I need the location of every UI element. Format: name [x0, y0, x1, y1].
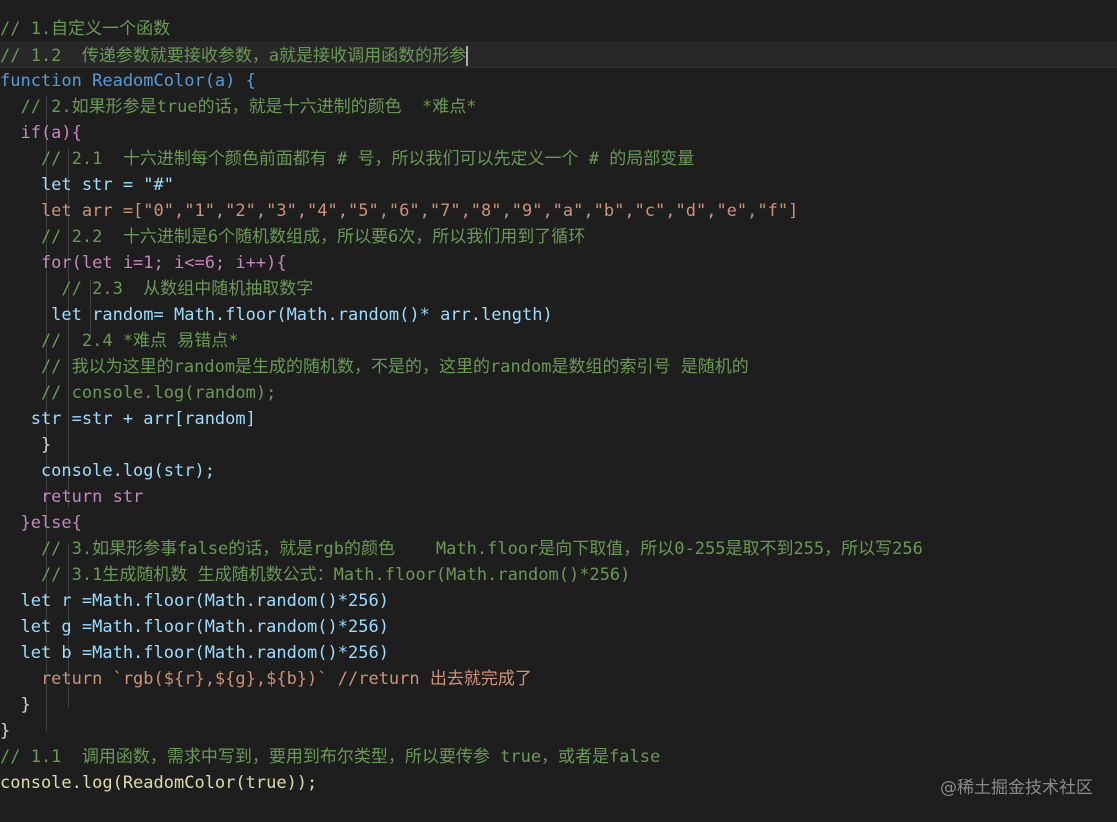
- code-text: // 2.4 *难点 易错点*: [0, 331, 239, 351]
- code-line-2[interactable]: // 1.2 传递参数就要接收参数，a就是接收调用函数的形参: [0, 42, 1117, 68]
- code-text: for(let i=1; i<=6; i++){: [0, 253, 287, 273]
- code-text: // console.log(random);: [0, 383, 277, 403]
- code-line-1[interactable]: // 1.自定义一个函数: [0, 16, 1117, 42]
- code-text: let b =Math.floor(Math.random()*256): [0, 643, 389, 663]
- code-text: // 2.3 从数组中随机抽取数字: [0, 279, 314, 299]
- code-line-26[interactable]: return `rgb(${r},${g},${b})` //return 出去…: [0, 666, 1117, 692]
- code-text: }: [0, 435, 52, 455]
- code-text: // 1.自定义一个函数: [0, 19, 171, 39]
- code-line-14[interactable]: // 我以为这里的random是生成的随机数，不是的，这里的random是数组的…: [0, 354, 1117, 380]
- text-cursor: [466, 46, 469, 66]
- code-line-25[interactable]: let b =Math.floor(Math.random()*256): [0, 640, 1117, 666]
- code-text: // 3.1生成随机数 生成随机数公式：Math.floor(Math.rand…: [0, 565, 631, 585]
- code-text: function ReadomColor(a) {: [0, 71, 256, 91]
- code-line-11[interactable]: // 2.3 从数组中随机抽取数字: [0, 276, 1117, 302]
- code-text: // 2.1 十六进制每个颜色前面都有 # 号，所以我们可以先定义一个 # 的局…: [0, 149, 695, 169]
- code-line-21[interactable]: // 3.如果形参事false的话，就是rgb的颜色 Math.floor是向下…: [0, 536, 1117, 562]
- code-line-5[interactable]: if(a){: [0, 120, 1117, 146]
- code-text: if(a){: [0, 123, 82, 143]
- code-text: // 1.1 调用函数，需求中写到，要用到布尔类型，所以要传参 true，或者是…: [0, 747, 661, 767]
- code-line-12[interactable]: let random= Math.floor(Math.random()* ar…: [0, 302, 1117, 328]
- code-text: console.log(ReadomColor(true));: [0, 773, 318, 793]
- code-text: }else{: [0, 513, 82, 533]
- code-line-19[interactable]: return str: [0, 484, 1117, 510]
- code-line-4[interactable]: // 2.如果形参是true的话，就是十六进制的颜色 *难点*: [0, 94, 1117, 120]
- code-line-15[interactable]: // console.log(random);: [0, 380, 1117, 406]
- code-text: // 3.如果形参事false的话，就是rgb的颜色 Math.floor是向下…: [0, 539, 923, 559]
- code-line-17[interactable]: }: [0, 432, 1117, 458]
- code-line-7[interactable]: let str = "#": [0, 172, 1117, 198]
- code-line-13[interactable]: // 2.4 *难点 易错点*: [0, 328, 1117, 354]
- code-line-9[interactable]: // 2.2 十六进制是6个随机数组成，所以要6次，所以我们用到了循环: [0, 224, 1117, 250]
- code-text: let arr =["0","1","2","3","4","5","6","7…: [0, 201, 799, 221]
- code-line-10[interactable]: for(let i=1; i<=6; i++){: [0, 250, 1117, 276]
- code-text: // 2.2 十六进制是6个随机数组成，所以要6次，所以我们用到了循环: [0, 227, 586, 247]
- code-line-28[interactable]: }: [0, 718, 1117, 744]
- code-text: let g =Math.floor(Math.random()*256): [0, 617, 389, 637]
- code-line-24[interactable]: let g =Math.floor(Math.random()*256): [0, 614, 1117, 640]
- code-editor[interactable]: // 1.自定义一个函数 // 1.2 传递参数就要接收参数，a就是接收调用函数…: [0, 0, 1117, 822]
- code-line-6[interactable]: // 2.1 十六进制每个颜色前面都有 # 号，所以我们可以先定义一个 # 的局…: [0, 146, 1117, 172]
- code-text: console.log(str);: [0, 461, 215, 481]
- code-text: str =str + arr[random]: [0, 409, 256, 429]
- code-text: // 我以为这里的random是生成的随机数，不是的，这里的random是数组的…: [0, 357, 749, 377]
- code-text: let str = "#": [0, 175, 174, 195]
- code-line-16[interactable]: str =str + arr[random]: [0, 406, 1117, 432]
- code-line-20[interactable]: }else{: [0, 510, 1117, 536]
- code-text: }: [0, 695, 31, 715]
- code-text: // 2.如果形参是true的话，就是十六进制的颜色 *难点*: [0, 97, 477, 117]
- code-line-8[interactable]: let arr =["0","1","2","3","4","5","6","7…: [0, 198, 1117, 224]
- code-line-3[interactable]: function ReadomColor(a) {: [0, 68, 1117, 94]
- code-text: let r =Math.floor(Math.random()*256): [0, 591, 389, 611]
- watermark: @稀土掘金技术社区: [940, 778, 1093, 798]
- code-line-22[interactable]: // 3.1生成随机数 生成随机数公式：Math.floor(Math.rand…: [0, 562, 1117, 588]
- code-line-27[interactable]: }: [0, 692, 1117, 718]
- code-text: }: [0, 721, 11, 741]
- code-text: return `rgb(${r},${g},${b})` //return 出去…: [0, 669, 532, 689]
- code-line-29[interactable]: // 1.1 调用函数，需求中写到，要用到布尔类型，所以要传参 true，或者是…: [0, 744, 1117, 770]
- code-text: // 1.2 传递参数就要接收参数，a就是接收调用函数的形参: [0, 46, 467, 66]
- code-text: let random= Math.floor(Math.random()* ar…: [0, 305, 553, 325]
- code-line-18[interactable]: console.log(str);: [0, 458, 1117, 484]
- code-line-23[interactable]: let r =Math.floor(Math.random()*256): [0, 588, 1117, 614]
- code-text: return str: [0, 487, 144, 507]
